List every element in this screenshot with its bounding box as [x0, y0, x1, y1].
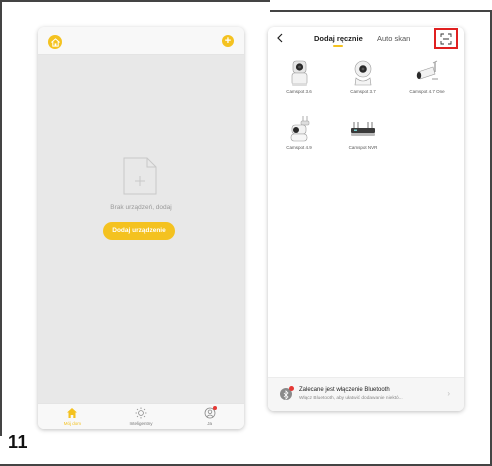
home-empty-area: Brak urządzeń, dodaj Dodaj urządzenie — [38, 55, 244, 403]
tab-my-home[interactable]: Mój dom — [38, 404, 107, 429]
tab-label: Ja — [207, 421, 213, 426]
scan-icon — [440, 33, 452, 44]
empty-document-icon — [123, 157, 157, 195]
device-label: Camspot 4.9 — [286, 145, 312, 150]
tab-add-manually[interactable]: Dodaj ręcznie — [314, 34, 363, 43]
outdoor-camera-icon — [290, 116, 310, 142]
device-label: Camspot NVR — [348, 145, 378, 150]
step-number: 11 — [8, 432, 29, 452]
bullet-camera-icon — [416, 60, 438, 80]
bluetooth-title: Zalecane jest włączenie Bluetooth — [299, 387, 390, 393]
alert-dot — [289, 386, 294, 391]
frame-top-left — [0, 0, 270, 10]
tab-label: Mój dom — [63, 421, 81, 426]
device-camspot-4-7-one[interactable]: Camspot 4.7 One — [402, 58, 452, 95]
home-screen: + Brak urządzeń, dodaj Dodaj urządzenie … — [38, 27, 244, 429]
bluetooth-banner[interactable]: Zalecane jest włączenie Bluetooth Włącz … — [268, 377, 464, 411]
tab-label: Inteligentny — [129, 421, 153, 426]
device-label: Camspot 4.7 One — [409, 89, 445, 94]
dome-camera-icon — [354, 60, 372, 86]
device-label: Camspot 3.7 — [350, 89, 376, 94]
frame-top-right — [270, 10, 492, 12]
chevron-right-icon: › — [447, 389, 450, 398]
tab-smart[interactable]: Inteligentny — [107, 404, 176, 429]
bluetooth-subtitle: Włącz Bluetooth, aby ułatwić dodawanie n… — [299, 396, 403, 401]
back-icon[interactable] — [274, 32, 286, 44]
home-badge-icon[interactable] — [48, 35, 62, 49]
device-camspot-3-6[interactable]: Camspot 3.6 — [274, 58, 324, 95]
nvr-icon — [351, 122, 375, 136]
tab-auto-scan[interactable]: Auto skan — [377, 34, 410, 43]
device-label: Camspot 3.6 — [286, 89, 312, 94]
sun-icon — [135, 407, 147, 419]
notification-dot — [212, 406, 217, 410]
home-header: + — [38, 27, 244, 55]
indoor-camera-icon — [291, 60, 308, 86]
device-camspot-4-9[interactable]: Camspot 4.9 — [274, 114, 324, 151]
active-tab-indicator — [333, 45, 343, 47]
device-camspot-3-7[interactable]: Camspot 3.7 — [338, 58, 388, 95]
frame-left — [0, 10, 2, 436]
add-device-button[interactable]: Dodaj urządzenie — [103, 222, 175, 240]
bottom-tab-bar: Mój dom Inteligentny Ja — [38, 403, 244, 429]
scan-button[interactable] — [434, 28, 458, 49]
plus-icon[interactable]: + — [222, 35, 234, 47]
device-camspot-nvr[interactable]: Camspot NVR — [338, 114, 388, 151]
empty-state-text: Brak urządzeń, dodaj — [110, 204, 172, 211]
add-device-header: Dodaj ręcznie Auto skan — [268, 27, 464, 51]
home-icon — [67, 408, 78, 418]
add-device-screen: Dodaj ręcznie Auto skan Camspot 3.6 Cams… — [268, 27, 464, 411]
tab-me[interactable]: Ja — [175, 404, 244, 429]
